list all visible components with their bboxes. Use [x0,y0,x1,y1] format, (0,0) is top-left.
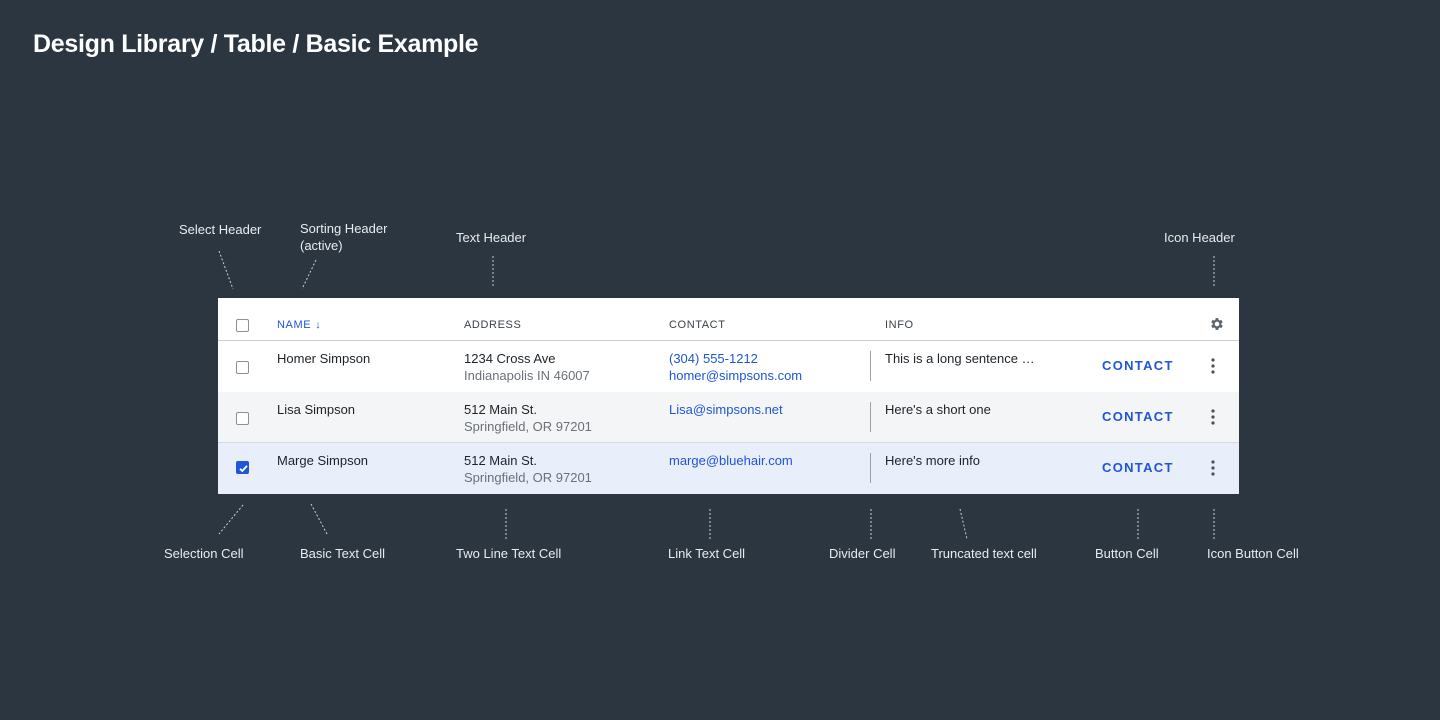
annotation-basic-text-cell: Basic Text Cell [300,546,386,561]
checkmark-icon [239,465,248,473]
data-table: NAME ↓ ADDRESS CONTACT INFO Homer Simpson… [218,298,1239,494]
annotation-two-line-text-cell: Two Line Text Cell [456,546,562,561]
name-cell: Homer Simpson [277,351,371,366]
address-line1: 512 Main St. [464,402,537,417]
info-cell: Here's a short one [885,402,991,417]
annotation-icon-button-cell: Icon Button Cell [1207,546,1299,561]
phone-link[interactable]: (304) 555-1212 [669,350,758,367]
annotation-truncated-text-cell: Truncated text cell [931,546,1037,561]
kebab-menu-icon[interactable] [1209,408,1217,426]
annotation-sorting-header: Sorting Header (active) [300,220,387,254]
leader-select-header [218,250,234,290]
row-select-checkbox[interactable] [236,361,249,374]
annotation-button-cell: Button Cell [1095,546,1159,561]
table-row: Homer Simpson 1234 Cross Ave Indianapoli… [218,341,1239,392]
info-cell: Here's more info [885,453,980,468]
leader-basic-text-cell [310,503,328,535]
header-name-label: NAME [277,319,312,331]
divider-cell [870,351,871,381]
leader-truncated-text-cell [959,508,968,540]
leader-selection-cell [218,504,244,535]
name-cell: Lisa Simpson [277,402,356,417]
header-address: ADDRESS [464,319,522,331]
table-header: NAME ↓ ADDRESS CONTACT INFO [218,298,1239,341]
contact-button[interactable]: CONTACT [1102,358,1174,373]
address-line1: 512 Main St. [464,453,537,468]
annotation-select-header: Select Header [179,222,262,237]
annotation-sorting-header-line2: (active) [300,238,343,253]
divider-cell [870,402,871,432]
header-info: INFO [885,319,914,331]
header-contact: CONTACT [669,319,726,331]
table-row-selected: Marge Simpson 512 Main St. Springfield, … [218,443,1239,494]
annotation-icon-header: Icon Header [1164,230,1235,245]
address-line2: Springfield, OR 97201 [464,419,592,434]
page-title: Design Library / Table / Basic Example [33,30,479,58]
header-name-sortable[interactable]: NAME ↓ [277,319,321,331]
email-link[interactable]: homer@simpsons.com [669,367,802,384]
name-cell: Marge Simpson [277,453,369,468]
email-link[interactable]: marge@bluehair.com [669,452,793,469]
annotation-text-header: Text Header [456,230,527,245]
address-line2: Springfield, OR 97201 [464,470,592,485]
contact-button[interactable]: CONTACT [1102,460,1174,475]
leader-sorting-header [301,259,317,290]
annotation-divider-cell: Divider Cell [829,546,896,561]
kebab-menu-icon[interactable] [1209,459,1217,477]
annotation-sorting-header-line1: Sorting Header [300,221,388,236]
address-line2: Indianapolis IN 46007 [464,368,590,383]
row-select-checkbox-checked[interactable] [236,461,249,474]
kebab-menu-icon[interactable] [1209,357,1217,375]
arrow-down-icon: ↓ [315,319,322,331]
annotation-link-text-cell: Link Text Cell [668,546,746,561]
row-select-checkbox[interactable] [236,412,249,425]
address-line1: 1234 Cross Ave [464,351,556,366]
table-row: Lisa Simpson 512 Main St. Springfield, O… [218,392,1239,443]
select-all-checkbox[interactable] [236,319,249,332]
contact-button[interactable]: CONTACT [1102,409,1174,424]
info-cell-truncated: This is a long sentence … [885,351,1035,366]
gear-icon[interactable] [1209,316,1225,332]
divider-cell [870,453,871,483]
email-link[interactable]: Lisa@simpsons.net [669,401,783,418]
annotation-selection-cell: Selection Cell [164,546,244,561]
